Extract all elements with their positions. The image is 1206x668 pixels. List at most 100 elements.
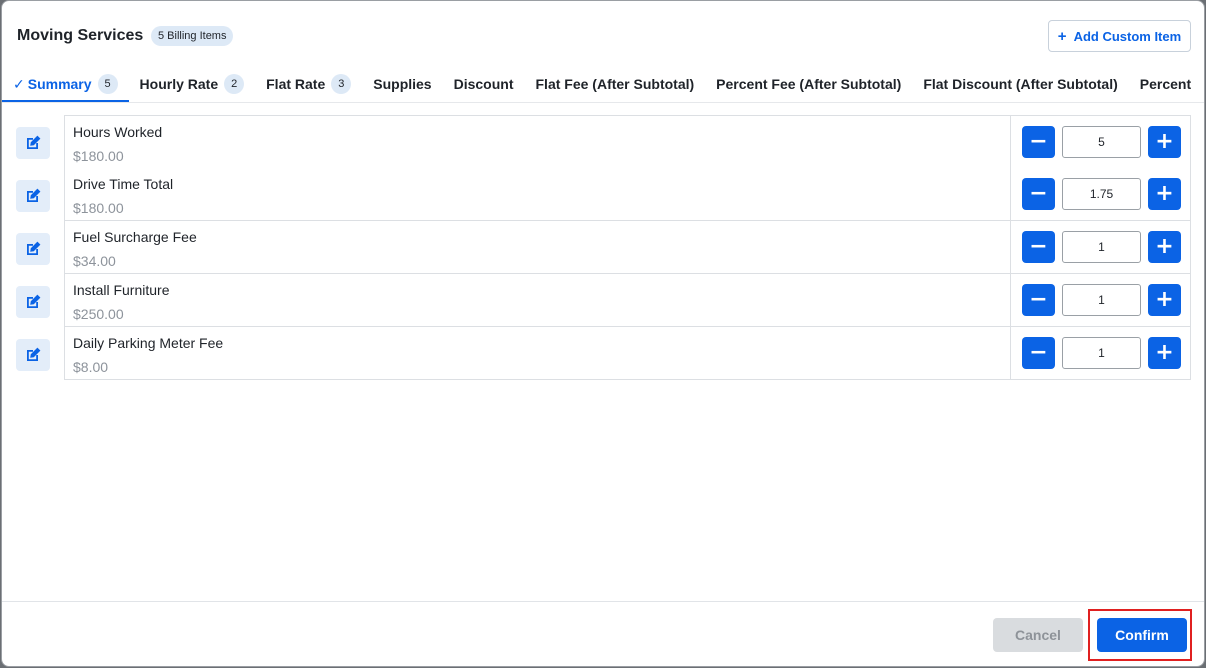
plus-icon: + bbox=[1155, 340, 1174, 365]
tab-flat-discount-after-subtotal[interactable]: Flat Discount (After Subtotal) bbox=[912, 67, 1128, 101]
minus-icon: − bbox=[1029, 129, 1048, 154]
tab-label: Percent bbox=[1139, 76, 1192, 92]
item-price: $180.00 bbox=[73, 200, 124, 216]
check-icon: ✓ bbox=[13, 75, 25, 92]
tab-label: Supplies bbox=[373, 76, 432, 92]
decrease-quantity-button[interactable]: − bbox=[1022, 126, 1055, 158]
tab-label: Flat Fee (After Subtotal) bbox=[535, 76, 695, 92]
decrease-quantity-button[interactable]: − bbox=[1022, 178, 1055, 210]
tab-supplies[interactable]: Supplies bbox=[362, 67, 442, 101]
row-divider bbox=[1010, 221, 1011, 273]
quantity-input[interactable] bbox=[1062, 284, 1141, 316]
quantity-stepper: − + bbox=[1022, 337, 1182, 369]
confirm-button[interactable]: Confirm bbox=[1097, 618, 1187, 652]
tab-percent-fee-after-subtotal[interactable]: Percent Fee (After Subtotal) bbox=[705, 67, 912, 101]
edit-icon bbox=[27, 241, 41, 255]
item-price: $250.00 bbox=[73, 306, 124, 322]
list-item: Daily Parking Meter Fee $8.00 − + bbox=[16, 327, 1192, 380]
item-name: Install Furniture bbox=[73, 282, 170, 298]
tab-label: Flat Rate bbox=[266, 76, 326, 92]
minus-icon: − bbox=[1029, 181, 1048, 206]
item-name: Daily Parking Meter Fee bbox=[73, 335, 224, 351]
edit-item-button[interactable] bbox=[16, 233, 50, 265]
quantity-stepper: − + bbox=[1022, 231, 1182, 263]
tab-hourly-rate[interactable]: Hourly Rate 2 bbox=[129, 67, 256, 101]
tab-summary[interactable]: ✓ Summary 5 bbox=[2, 67, 129, 103]
minus-icon: − bbox=[1029, 340, 1048, 365]
list-item: Hours Worked $180.00 − + bbox=[16, 115, 1192, 169]
item-row: Fuel Surcharge Fee $34.00 − + bbox=[64, 221, 1191, 274]
decrease-quantity-button[interactable]: − bbox=[1022, 337, 1055, 369]
item-price: $180.00 bbox=[73, 148, 124, 164]
tab-flat-fee-after-subtotal[interactable]: Flat Fee (After Subtotal) bbox=[525, 67, 706, 101]
quantity-input[interactable] bbox=[1062, 231, 1141, 263]
edit-item-button[interactable] bbox=[16, 286, 50, 318]
edit-icon bbox=[27, 188, 41, 202]
quantity-stepper: − + bbox=[1022, 284, 1182, 316]
tab-percent-truncated[interactable]: Percent bbox=[1129, 67, 1202, 101]
tabs-divider bbox=[2, 102, 1204, 103]
cancel-button[interactable]: Cancel bbox=[993, 618, 1083, 652]
list-item: Fuel Surcharge Fee $34.00 − + bbox=[16, 221, 1192, 274]
item-price: $8.00 bbox=[73, 359, 109, 375]
quantity-input[interactable] bbox=[1062, 178, 1141, 210]
billing-modal: Moving Services 5 Billing Items + Add Cu… bbox=[1, 0, 1205, 667]
item-price: $34.00 bbox=[73, 253, 116, 269]
row-divider bbox=[1010, 274, 1011, 326]
row-divider bbox=[1010, 168, 1011, 220]
item-row: Daily Parking Meter Fee $8.00 − + bbox=[64, 327, 1191, 380]
list-item: Drive Time Total $180.00 − + bbox=[16, 168, 1192, 221]
tab-count-badge: 3 bbox=[331, 74, 352, 94]
tab-label: Discount bbox=[453, 76, 514, 92]
tab-count-badge: 5 bbox=[97, 74, 118, 94]
tab-label: Hourly Rate bbox=[139, 76, 219, 92]
add-custom-item-button[interactable]: + Add Custom Item bbox=[1048, 20, 1191, 52]
minus-icon: − bbox=[1029, 287, 1048, 312]
tab-count-badge: 2 bbox=[224, 74, 245, 94]
modal-header: Moving Services 5 Billing Items + Add Cu… bbox=[2, 1, 1204, 69]
tab-discount[interactable]: Discount bbox=[443, 67, 525, 101]
plus-icon: + bbox=[1155, 129, 1174, 154]
increase-quantity-button[interactable]: + bbox=[1148, 178, 1181, 210]
item-name: Drive Time Total bbox=[73, 176, 174, 192]
edit-item-button[interactable] bbox=[16, 339, 50, 371]
minus-icon: − bbox=[1029, 234, 1048, 259]
tab-label: Summary bbox=[27, 76, 92, 92]
billing-item-list: Hours Worked $180.00 − + Drive Time Tota… bbox=[16, 115, 1192, 380]
edit-icon bbox=[27, 135, 41, 149]
plus-icon: + bbox=[1155, 234, 1174, 259]
plus-icon: + bbox=[1057, 27, 1067, 45]
edit-item-button[interactable] bbox=[16, 127, 50, 159]
increase-quantity-button[interactable]: + bbox=[1148, 337, 1181, 369]
item-row: Hours Worked $180.00 − + bbox=[64, 115, 1191, 169]
billing-items-badge: 5 Billing Items bbox=[151, 26, 234, 46]
tab-label: Flat Discount (After Subtotal) bbox=[923, 76, 1118, 92]
increase-quantity-button[interactable]: + bbox=[1148, 284, 1181, 316]
quantity-input[interactable] bbox=[1062, 337, 1141, 369]
edit-item-button[interactable] bbox=[16, 180, 50, 212]
edit-icon bbox=[27, 347, 41, 361]
tab-bar: ✓ Summary 5 Hourly Rate 2 Flat Rate 3 Su… bbox=[2, 67, 1204, 103]
item-name: Hours Worked bbox=[73, 124, 163, 140]
item-name: Fuel Surcharge Fee bbox=[73, 229, 197, 245]
footer-divider bbox=[2, 601, 1204, 602]
plus-icon: + bbox=[1155, 181, 1174, 206]
modal-title: Moving Services bbox=[17, 27, 144, 44]
plus-icon: + bbox=[1155, 287, 1174, 312]
quantity-stepper: − + bbox=[1022, 178, 1182, 210]
quantity-stepper: − + bbox=[1022, 126, 1182, 158]
item-row: Drive Time Total $180.00 − + bbox=[64, 168, 1191, 221]
list-item: Install Furniture $250.00 − + bbox=[16, 274, 1192, 327]
row-divider bbox=[1010, 116, 1011, 168]
decrease-quantity-button[interactable]: − bbox=[1022, 231, 1055, 263]
tab-label: Percent Fee (After Subtotal) bbox=[716, 76, 902, 92]
edit-icon bbox=[27, 294, 41, 308]
quantity-input[interactable] bbox=[1062, 126, 1141, 158]
tab-flat-rate[interactable]: Flat Rate 3 bbox=[255, 67, 362, 101]
increase-quantity-button[interactable]: + bbox=[1148, 231, 1181, 263]
add-custom-item-label: Add Custom Item bbox=[1073, 28, 1182, 44]
decrease-quantity-button[interactable]: − bbox=[1022, 284, 1055, 316]
row-divider bbox=[1010, 327, 1011, 379]
item-row: Install Furniture $250.00 − + bbox=[64, 274, 1191, 327]
increase-quantity-button[interactable]: + bbox=[1148, 126, 1181, 158]
